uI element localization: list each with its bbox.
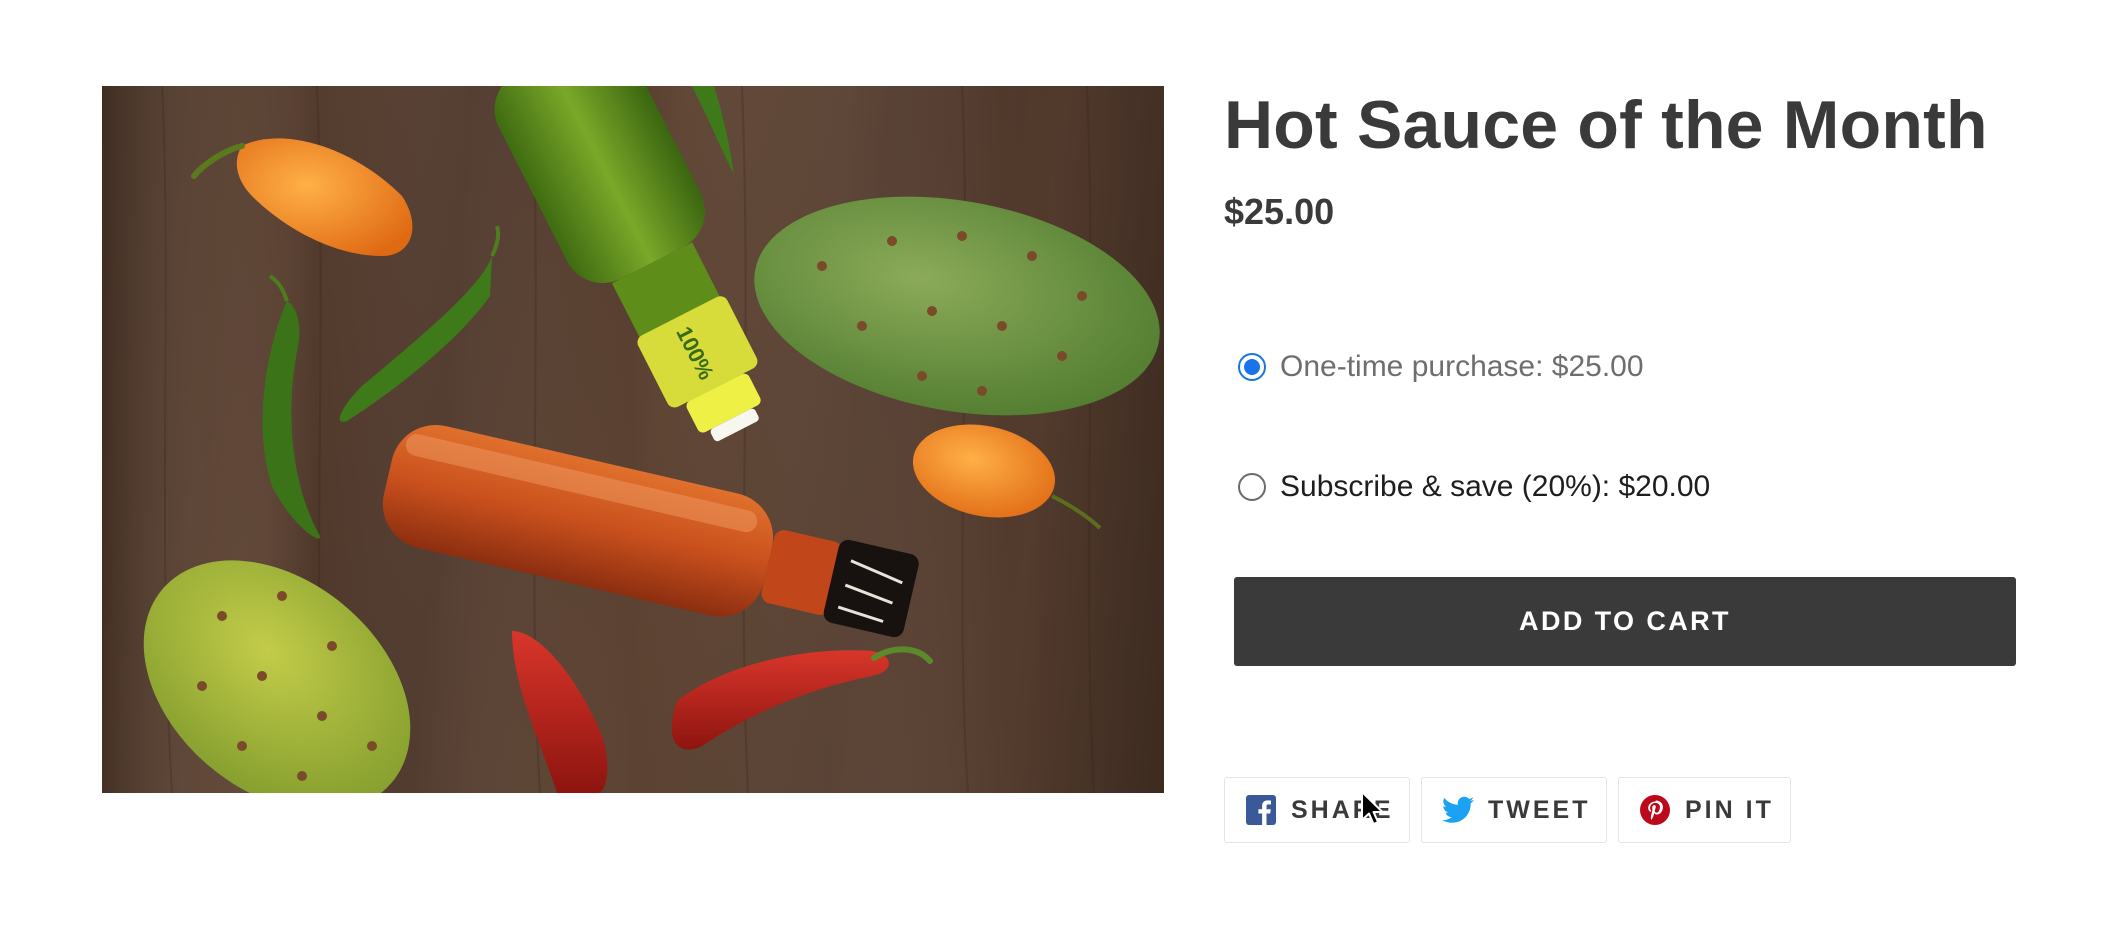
- subscribe-option[interactable]: Subscribe & save (20%): $20.00: [1238, 467, 1710, 507]
- pinterest-icon: [1639, 794, 1671, 826]
- add-to-cart-button[interactable]: ADD TO CART: [1234, 577, 2016, 666]
- subscribe-label: Subscribe & save (20%): $20.00: [1280, 470, 1711, 503]
- product-title: Hot Sauce of the Month: [1224, 87, 1988, 163]
- pinterest-pin-button[interactable]: PIN IT: [1618, 777, 1791, 843]
- one-time-purchase-option[interactable]: One-time purchase: $25.00: [1238, 347, 1644, 387]
- subscribe-radio[interactable]: [1238, 473, 1266, 501]
- product-price: $25.00: [1224, 191, 1335, 232]
- twitter-tweet-button[interactable]: TWEET: [1421, 777, 1607, 843]
- twitter-icon: [1442, 794, 1474, 826]
- one-time-purchase-label: One-time purchase: $25.00: [1280, 350, 1644, 383]
- facebook-share-label: SHARE: [1291, 795, 1394, 824]
- pinterest-pin-label: PIN IT: [1685, 795, 1774, 824]
- twitter-tweet-label: TWEET: [1488, 795, 1591, 824]
- product-photo-illustration: 100%: [102, 86, 1164, 793]
- facebook-icon: [1245, 794, 1277, 826]
- radio-selected-dot: [1244, 359, 1260, 375]
- one-time-purchase-radio[interactable]: [1238, 353, 1266, 381]
- facebook-share-button[interactable]: SHARE: [1224, 777, 1410, 843]
- product-image[interactable]: 100%: [102, 86, 1164, 793]
